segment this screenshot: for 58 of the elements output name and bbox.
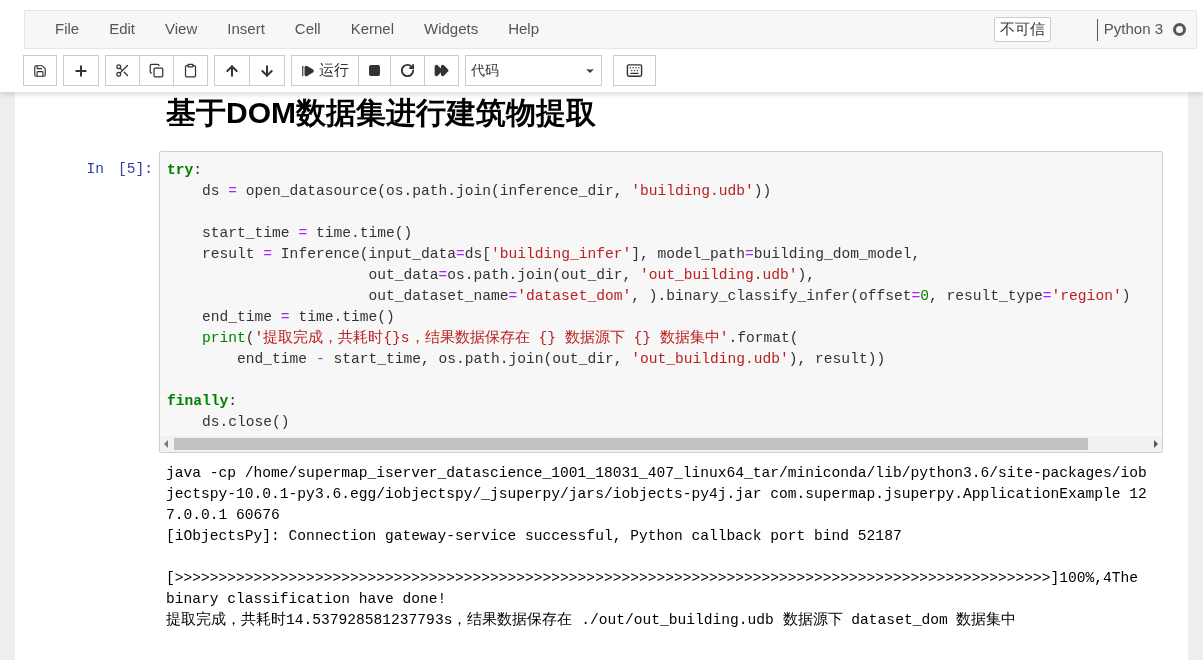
kernel-name: Python 3 <box>1103 19 1163 40</box>
code-line: try: <box>167 162 203 178</box>
keyboard-button[interactable] <box>613 55 656 86</box>
menu-item[interactable]: View <box>153 18 210 41</box>
paste-button[interactable] <box>173 55 208 86</box>
arrow-up-icon <box>224 62 240 79</box>
code-line: ds.close() <box>201 414 290 430</box>
plus-icon <box>73 62 89 79</box>
notebook-heading: 基于DOM数据集进行建筑物提取 <box>166 95 597 131</box>
run-all-button[interactable] <box>424 55 459 86</box>
scissors-icon <box>115 63 130 78</box>
output-line: jectspy-10.0.1-py3.6.egg/iobjectspy/_jsuperpy/jars/iobjects-py4j.jar com.supermap.jsuperpy.ApplicationExample 12 <box>166 486 1147 502</box>
copy-button[interactable] <box>139 55 174 86</box>
restart-button[interactable] <box>390 55 425 86</box>
move-down-button[interactable] <box>249 55 285 86</box>
code-line: end_time = time.time() <box>201 309 395 325</box>
step-forward-icon <box>301 63 315 78</box>
menu-item[interactable]: Kernel <box>338 18 406 41</box>
run-button[interactable]: 运行 <box>291 55 359 86</box>
menu-item[interactable]: Widgets <box>412 18 491 41</box>
output-line: 提取完成，共耗时14.537928581237793s，结果数据保存在 ./out/out_building.udb 数据源下 dataset_dom 数据集中 <box>166 612 1017 628</box>
paste-icon <box>183 63 198 78</box>
horizontal-scrollbar[interactable] <box>160 436 1162 452</box>
output-line: java -cp /home/supermap_iserver_datascience_1001_18031_407_linux64_tar/miniconda/lib/python3.6/site-packages/iob <box>166 465 1147 481</box>
output-line: binary classification have done! <box>166 591 447 607</box>
code-line: finally: <box>167 393 238 409</box>
output-line: [>>>>>>>>>>>>>>>>>>>>>>>>>>>>>>>>>>>>>>>>>>>>>>>>>>>>>>>>>>>>>>>>>>>>>>>>>>>>>>>>>>>>>>>>>>>>>>>>>>>>]100%,4The <box>166 570 1139 586</box>
scroll-left-icon <box>164 440 168 448</box>
keyboard-icon <box>626 62 643 79</box>
cell-type-dropdown[interactable]: 代码 <box>465 55 602 86</box>
save-icon <box>33 63 47 78</box>
menu-item[interactable]: Help <box>496 18 552 41</box>
trust-indicator[interactable]: 不可信 <box>993 17 1051 42</box>
code-line: end_time - start_time, os.path.join(out_dir, 'out_building.udb'), result)) <box>236 351 886 367</box>
code-line: out_dataset_name='dataset_dom', ).binary_classify_infer(offset=0, result_type='region') <box>367 288 1131 304</box>
prompt-label: In <box>86 160 104 179</box>
menu-item[interactable]: Edit <box>97 18 148 41</box>
output-line: 7.0.0.1 60676 <box>166 507 280 523</box>
code-line: print('提取完成，共耗时{}s，结果数据保存在 {} 数据源下 {} 数据集中'.format( <box>201 330 799 346</box>
output-line: [iObjectsPy]: Connection gateway-service successful, Python callback port bind 52187 <box>166 528 902 544</box>
code-line: ds = open_datasource(os.path.join(inference_dir, 'building.udb')) <box>201 183 772 199</box>
code-line: result = Inference(input_data=ds['building_infer'], model_path=building_dom_model, <box>201 246 921 262</box>
stop-icon <box>368 64 381 77</box>
cut-button[interactable] <box>105 55 140 86</box>
menu-item[interactable]: Cell <box>282 18 333 41</box>
code-line: start_time = time.time() <box>201 225 413 241</box>
fast-forward-icon <box>434 63 449 78</box>
code-line: out_data=os.path.join(out_dir, 'out_building.udb'), <box>367 267 816 283</box>
scroll-right-icon <box>1154 440 1158 448</box>
move-up-button[interactable] <box>214 55 250 86</box>
copy-icon <box>149 63 164 78</box>
menu-item[interactable]: File <box>43 18 92 41</box>
restart-icon <box>400 63 415 78</box>
stop-button[interactable] <box>358 55 391 86</box>
insert-cell-button[interactable] <box>63 55 99 86</box>
execution-count: [5]: <box>117 160 153 179</box>
save-button[interactable] <box>23 55 57 86</box>
menu-item[interactable]: Insert <box>215 18 277 41</box>
